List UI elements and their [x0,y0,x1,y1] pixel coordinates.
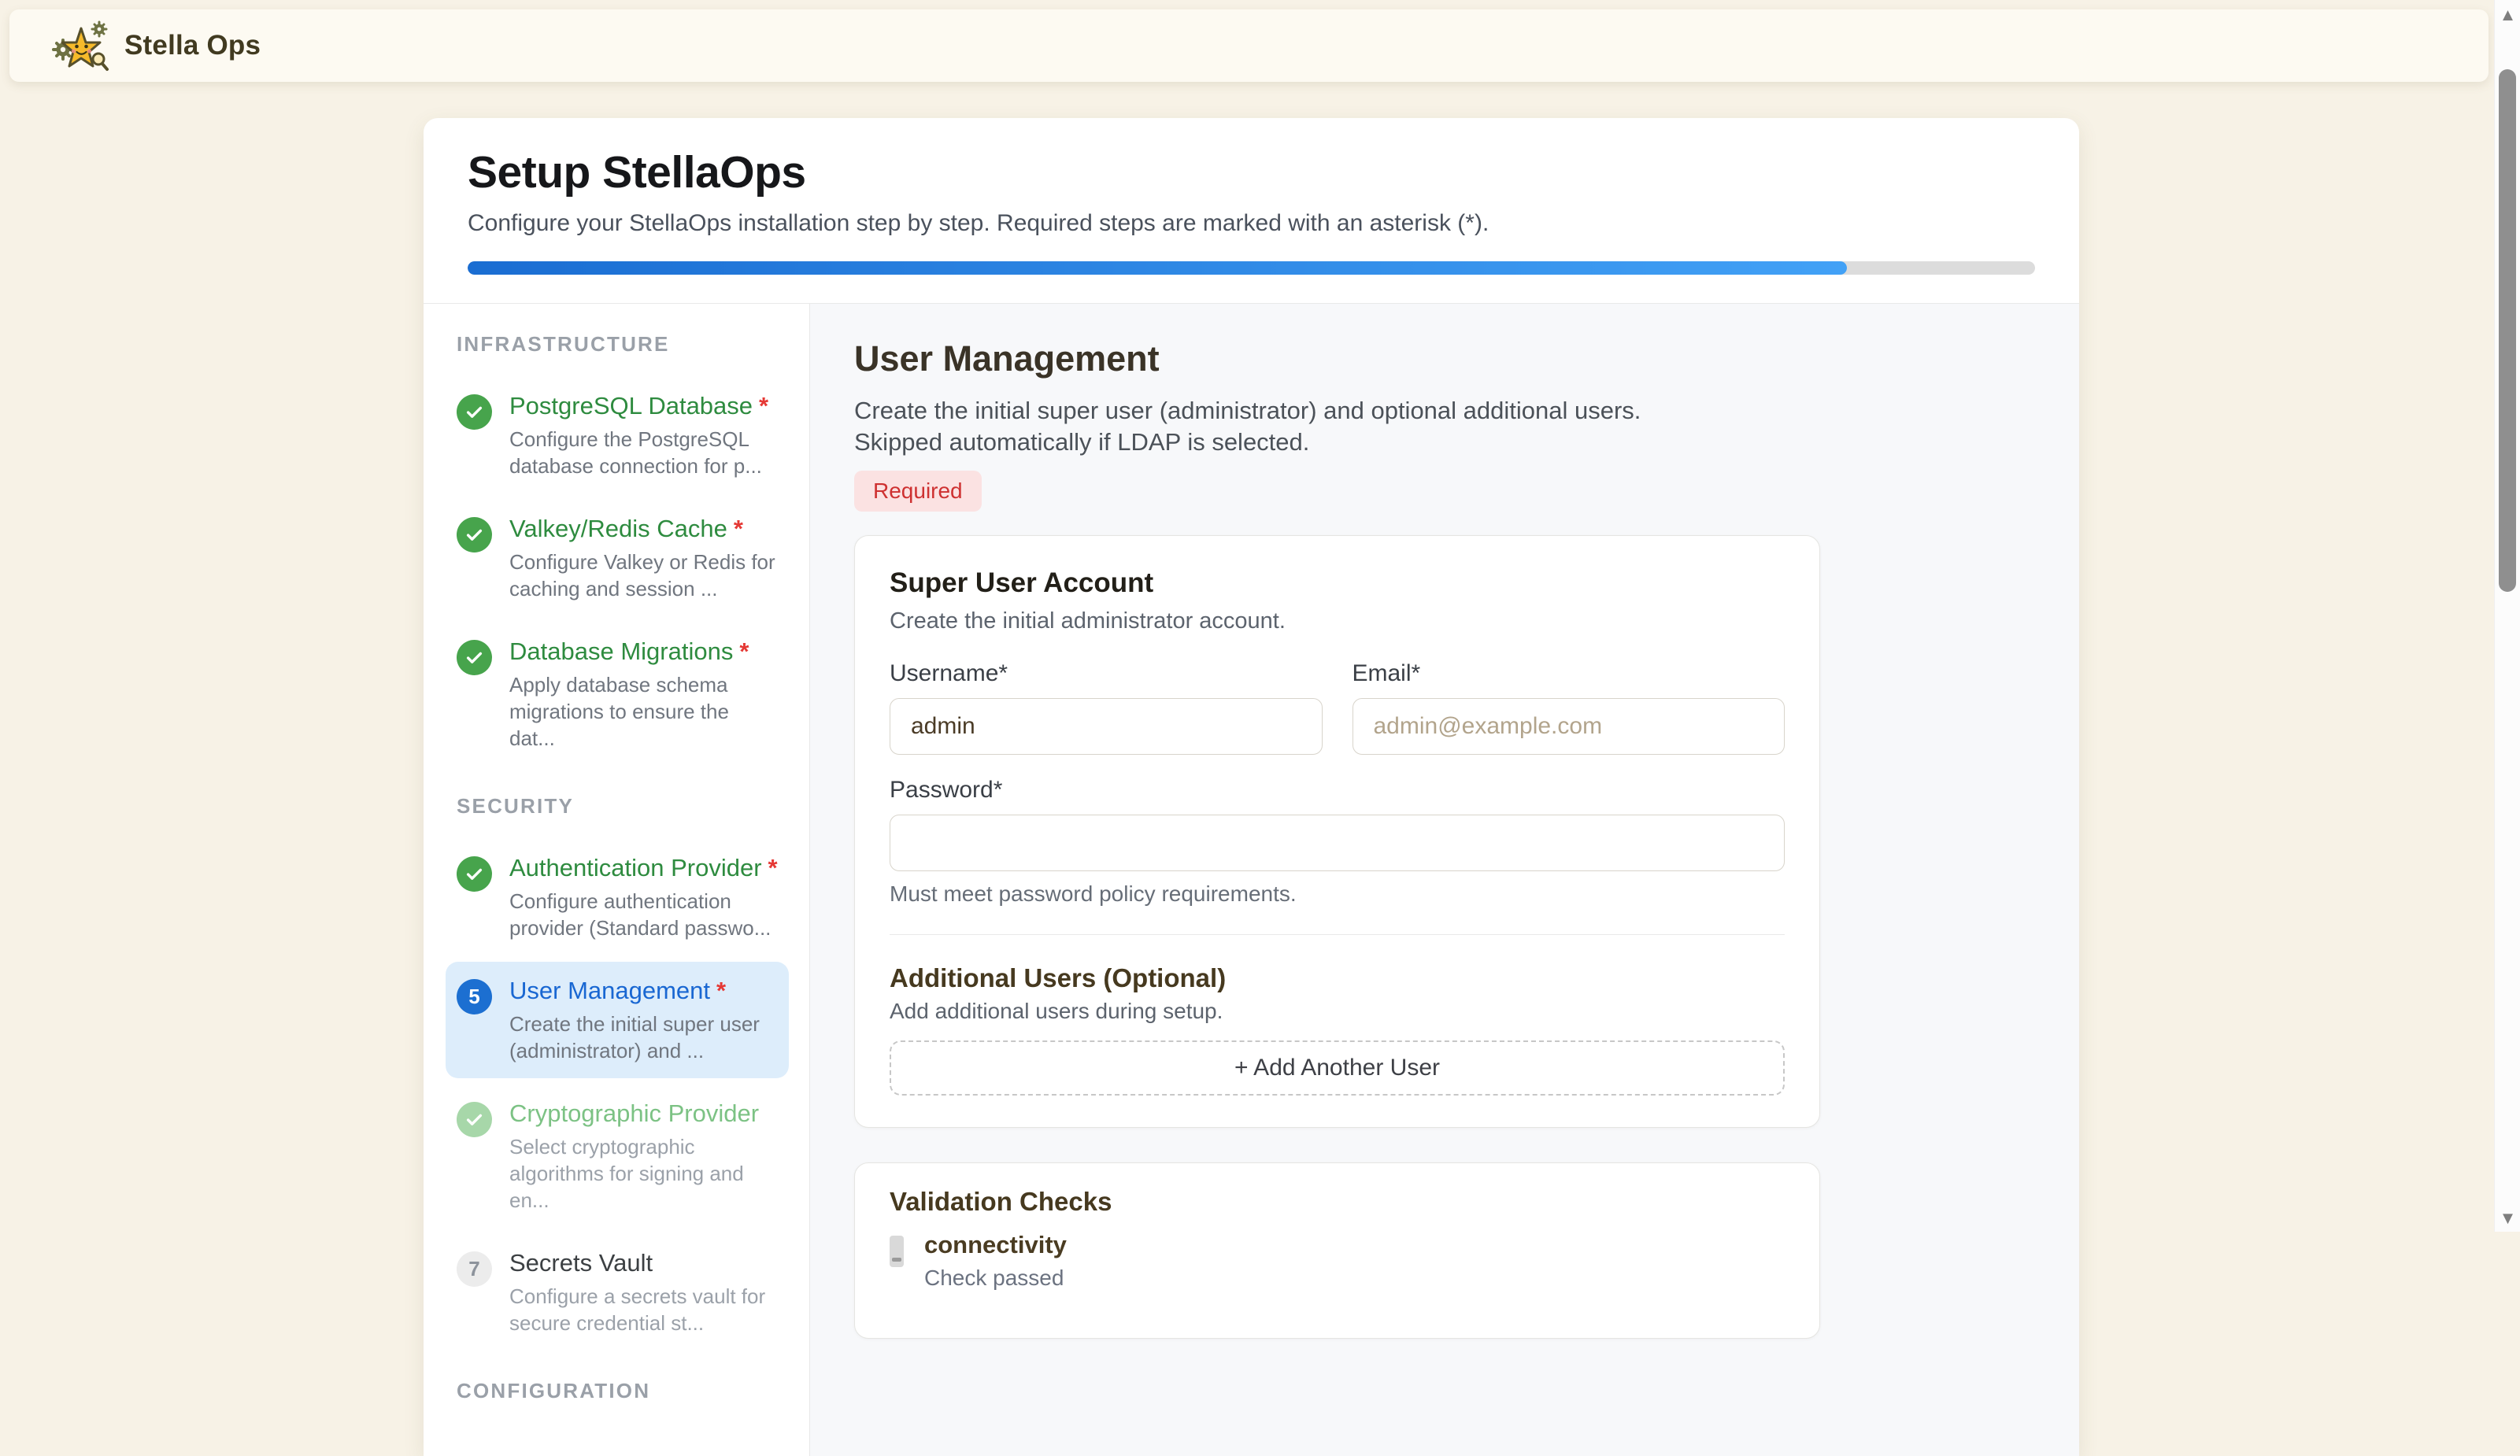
wizard-header: Setup StellaOps Configure your StellaOps… [424,118,2079,304]
validation-checks-card: Validation Checks connectivity Check pas… [854,1162,1820,1339]
step-title: Secrets Vault [509,1248,777,1278]
step-description: Select cryptographic algorithms for sign… [509,1133,777,1214]
step-title: User Management* [509,976,777,1006]
additional-users-subtitle: Add additional users during setup. [890,1000,1785,1023]
step-description: Create the initial super user (administr… [854,395,1712,458]
brand-name: Stella Ops [124,30,261,61]
sidebar-item-cryptographic-provider[interactable]: Cryptographic Provider Select cryptograph… [446,1085,789,1228]
validation-check-row: connectivity Check passed [890,1231,1785,1291]
step-done-check-icon [457,1102,492,1137]
step-title: PostgreSQL Database* [509,391,777,421]
step-description: Configure Valkey or Redis for caching an… [509,549,777,602]
step-description: Apply database schema migrations to ensu… [509,671,777,752]
step-title: User Management [854,338,2079,379]
sidebar-section-configuration: CONFIGURATION [457,1379,809,1403]
scrollbar-down-arrow-icon[interactable]: ▼ [2495,1208,2520,1229]
step-done-check-icon [457,517,492,552]
required-asterisk: * [768,854,778,881]
sidebar-item-authentication-provider[interactable]: Authentication Provider* Configure authen… [446,839,789,955]
required-asterisk: * [734,515,743,542]
sidebar-section-infrastructure: INFRASTRUCTURE [457,332,809,357]
password-input[interactable] [890,815,1785,871]
password-label: Password* [890,777,1785,804]
check-status: Check passed [924,1266,1067,1291]
sidebar-item-user-management[interactable]: 5 User Management* Create the initial supe… [446,962,789,1078]
page-subtitle: Configure your StellaOps installation st… [468,209,2035,238]
scrollbar[interactable]: ▲ ▼ [2494,0,2520,1232]
brand: Stella Ops [52,18,261,73]
sidebar-item-postgresql-database[interactable]: PostgreSQL Database* Configure the Postgr… [446,377,789,493]
page-title: Setup StellaOps [468,150,2035,195]
step-number-badge: 5 [457,979,492,1014]
setup-wizard-card: Setup StellaOps Configure your StellaOps… [424,118,2079,1456]
step-done-check-icon [457,856,492,892]
step-description: Configure authentication provider (Stand… [509,888,777,941]
section-divider [890,934,1785,935]
step-description: Configure a secrets vault for secure cre… [509,1283,777,1336]
step-done-check-icon [457,640,492,675]
email-label: Email* [1353,660,1785,687]
required-badge: Required [854,471,982,512]
add-another-user-button[interactable]: + Add Another User [890,1040,1785,1096]
scrollbar-thumb[interactable] [2499,69,2516,592]
check-name: connectivity [924,1231,1067,1259]
check-pending-icon [890,1236,904,1267]
step-description: Configure the PostgreSQL database connec… [509,426,777,479]
step-description: Create the initial super user (administr… [509,1011,777,1064]
stella-ops-logo-icon [52,18,110,73]
super-user-card-subtitle: Create the initial administrator account… [890,608,1785,634]
additional-users-title: Additional Users (Optional) [890,963,1785,993]
required-asterisk: * [739,637,749,665]
step-number-badge: 7 [457,1251,492,1287]
scrollbar-up-arrow-icon[interactable]: ▲ [2495,5,2520,25]
sidebar-section-security: SECURITY [457,794,809,819]
step-title: Authentication Provider* [509,853,778,883]
top-app-bar: Stella Ops [9,9,2489,82]
sidebar-item-valkey-redis-cache[interactable]: Valkey/Redis Cache* Configure Valkey or R… [446,500,789,616]
validation-checks-title: Validation Checks [890,1187,1785,1217]
sidebar-item-secrets-vault[interactable]: 7 Secrets Vault Configure a secrets vault … [446,1234,789,1351]
required-asterisk: * [759,392,768,419]
email-input[interactable] [1353,698,1785,755]
password-helper-text: Must meet password policy requirements. [890,882,1785,906]
setup-progress-fill [468,261,1847,275]
setup-progress-bar [468,261,2035,275]
step-title: Database Migrations* [509,637,777,667]
super-user-card-title: Super User Account [890,567,1785,599]
step-title: Valkey/Redis Cache* [509,514,777,544]
username-label: Username* [890,660,1323,687]
required-asterisk: * [716,977,726,1004]
step-content-panel: User Management Create the initial super… [810,304,2079,1456]
step-title: Cryptographic Provider [509,1099,777,1129]
setup-steps-sidebar: INFRASTRUCTURE PostgreSQL Database* Config… [424,304,810,1456]
username-input[interactable] [890,698,1323,755]
sidebar-item-database-migrations[interactable]: Database Migrations* Apply database schem… [446,623,789,766]
super-user-card: Super User Account Create the initial ad… [854,535,1820,1128]
step-done-check-icon [457,394,492,430]
